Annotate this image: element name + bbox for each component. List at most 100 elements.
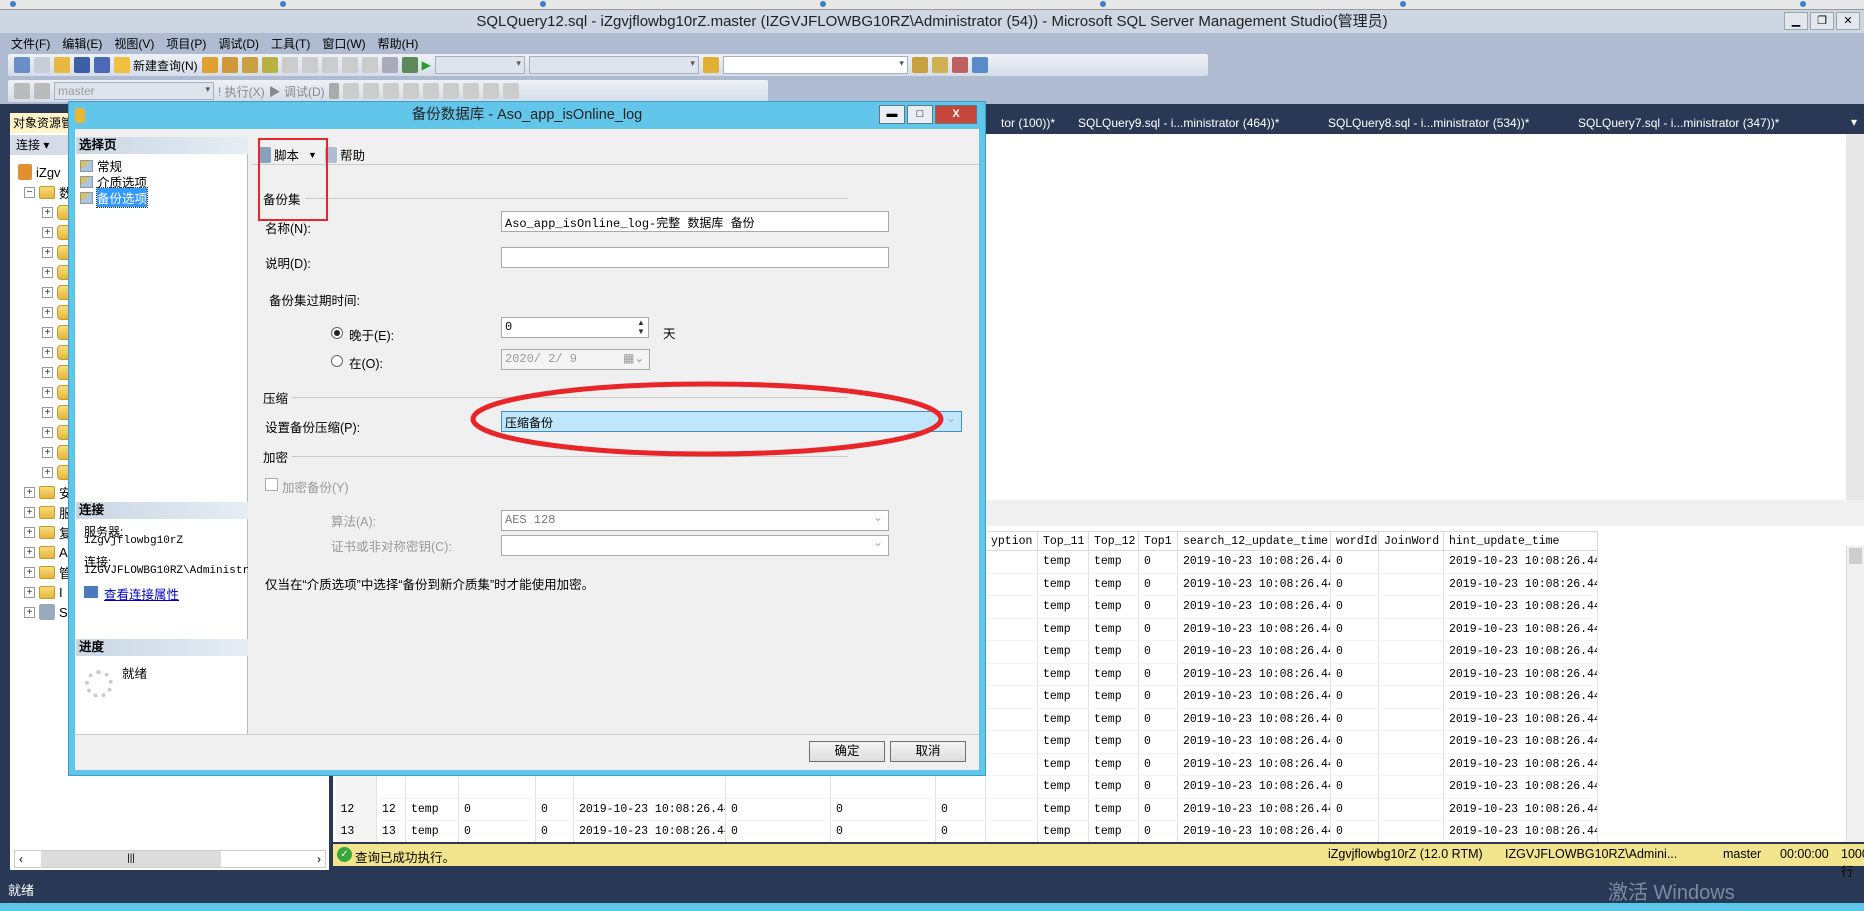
- table-cell[interactable]: 2019-10-23 10:08:26.443: [1443, 753, 1598, 776]
- expand-icon[interactable]: +: [42, 386, 53, 398]
- open-icon[interactable]: [54, 57, 70, 73]
- scroll-right-icon[interactable]: ›: [317, 852, 321, 866]
- results-to-file-icon[interactable]: [402, 83, 419, 99]
- table-cell[interactable]: 0: [830, 820, 936, 842]
- table-cell[interactable]: 0: [1138, 730, 1178, 754]
- table-cell[interactable]: [985, 730, 1038, 754]
- table-cell[interactable]: [985, 820, 1038, 842]
- table-cell[interactable]: 2019-10-23 10:08:26.443: [573, 798, 726, 821]
- table-cell[interactable]: [985, 573, 1038, 596]
- table-cell[interactable]: 0: [1138, 640, 1178, 664]
- table-cell[interactable]: temp: [1088, 820, 1139, 842]
- tab-sqlquery9[interactable]: SQLQuery9.sql - i...ministrator (464))*: [1078, 116, 1279, 130]
- tree-database-node[interactable]: +: [42, 263, 71, 281]
- tree-database-node[interactable]: +: [42, 463, 71, 481]
- table-cell[interactable]: 0: [458, 820, 536, 842]
- table-cell[interactable]: 2019-10-23 10:08:26.443: [1177, 798, 1331, 821]
- table-cell[interactable]: 0: [1330, 640, 1379, 664]
- tab-overflow-icon[interactable]: ▾: [1851, 115, 1857, 129]
- collapse-icon[interactable]: −: [24, 186, 35, 198]
- table-cell[interactable]: 0: [1330, 798, 1379, 821]
- table-cell[interactable]: temp: [1088, 753, 1139, 776]
- table-cell[interactable]: [985, 550, 1038, 574]
- column-header[interactable]: yption: [985, 531, 1038, 551]
- menu-window[interactable]: 窗口(W): [317, 33, 370, 52]
- table-cell[interactable]: [1378, 550, 1444, 574]
- tree-database-node[interactable]: +: [42, 283, 71, 301]
- expand-icon[interactable]: +: [42, 226, 53, 238]
- tab-query[interactable]: tor (100))*: [1001, 116, 1055, 130]
- expand-icon[interactable]: +: [42, 446, 53, 458]
- debug-button[interactable]: ▶ 调试(D): [269, 83, 325, 100]
- expand-icon[interactable]: +: [24, 586, 35, 598]
- results-vscrollbar[interactable]: [1846, 546, 1864, 842]
- expand-icon[interactable]: +: [42, 426, 53, 438]
- table-cell[interactable]: 2019-10-23 10:08:26.443: [1177, 730, 1331, 754]
- expand-icon[interactable]: +: [42, 466, 53, 478]
- tree-database-node[interactable]: +: [42, 363, 71, 381]
- table-cell[interactable]: 0: [725, 820, 831, 842]
- table-cell[interactable]: 0: [535, 798, 574, 821]
- table-cell[interactable]: temp: [1037, 708, 1089, 731]
- database-dropdown[interactable]: master: [54, 82, 214, 100]
- table-cell[interactable]: 2019-10-23 10:08:26.443: [1443, 685, 1598, 709]
- dialog-close-button[interactable]: X: [935, 105, 977, 124]
- connect-icon[interactable]: [14, 83, 30, 99]
- expand-icon[interactable]: +: [42, 366, 53, 378]
- expand-icon[interactable]: +: [42, 406, 53, 418]
- table-cell[interactable]: 2019-10-23 10:08:26.443: [1443, 550, 1598, 574]
- tree-server-node[interactable]: iZgv: [18, 163, 61, 181]
- table-cell[interactable]: [1378, 730, 1444, 754]
- uncomment-icon[interactable]: [442, 83, 459, 99]
- table-cell[interactable]: temp: [1088, 550, 1139, 574]
- table-cell[interactable]: [1378, 820, 1444, 842]
- cut-icon[interactable]: [281, 57, 298, 73]
- tab-sqlquery7[interactable]: SQLQuery7.sql - i...ministrator (347))*: [1578, 116, 1779, 130]
- new-query-button[interactable]: 新建查询(N): [114, 57, 198, 74]
- table-cell[interactable]: temp: [1088, 618, 1139, 641]
- new-project-icon[interactable]: [14, 57, 30, 73]
- table-cell[interactable]: 0: [1138, 798, 1178, 821]
- expand-icon[interactable]: +: [42, 206, 53, 218]
- row-number[interactable]: [335, 775, 377, 799]
- table-cell[interactable]: temp: [1037, 640, 1089, 664]
- table-cell[interactable]: [458, 775, 536, 799]
- tree-node[interactable]: + 服: [24, 503, 72, 521]
- redo-icon[interactable]: [361, 57, 378, 73]
- specify-values-icon[interactable]: [502, 83, 519, 99]
- row-number[interactable]: 12: [335, 798, 377, 821]
- mdx-query-icon[interactable]: [221, 57, 238, 73]
- expand-icon[interactable]: +: [24, 546, 35, 558]
- dialog-minimize-button[interactable]: ▬: [879, 105, 905, 124]
- table-cell[interactable]: [830, 775, 936, 799]
- table-cell[interactable]: temp: [1037, 663, 1089, 686]
- page-backup-options[interactable]: 备份选项: [80, 187, 149, 208]
- table-cell[interactable]: 0: [1138, 685, 1178, 709]
- navigate-icon[interactable]: [381, 57, 398, 73]
- start-icon[interactable]: ▶: [422, 58, 431, 72]
- table-cell[interactable]: [1378, 573, 1444, 596]
- table-cell[interactable]: 0: [1138, 820, 1178, 842]
- table-cell[interactable]: 2019-10-23 10:08:26.443: [1443, 775, 1598, 799]
- column-header[interactable]: search_12_update_time: [1177, 531, 1331, 551]
- expand-icon[interactable]: +: [24, 566, 35, 578]
- table-cell[interactable]: 2019-10-23 10:08:26.443: [1443, 595, 1598, 619]
- table-cell[interactable]: temp: [1088, 573, 1139, 596]
- menu-edit[interactable]: 编辑(E): [57, 33, 107, 52]
- expand-icon[interactable]: +: [42, 306, 53, 318]
- table-cell[interactable]: temp: [1037, 820, 1089, 842]
- row-number[interactable]: 13: [335, 820, 377, 842]
- certificate-select[interactable]: [501, 535, 889, 556]
- expire-on-radio[interactable]: [331, 355, 343, 367]
- table-row[interactable]: 13 13 temp 0 0 2019-10-23 10:08:26.443 0 0 0 temp…: [335, 820, 1598, 842]
- estimated-plan-icon[interactable]: [362, 83, 379, 99]
- tab-sqlquery8[interactable]: SQLQuery8.sql - i...ministrator (534))*: [1328, 116, 1529, 130]
- table-cell[interactable]: [1378, 753, 1444, 776]
- expand-icon[interactable]: +: [42, 346, 53, 358]
- ok-button[interactable]: 确定: [809, 741, 885, 762]
- save-all-icon[interactable]: [94, 57, 110, 73]
- undo-icon[interactable]: [341, 57, 358, 73]
- change-connection-icon[interactable]: [34, 83, 50, 99]
- tree-database-node[interactable]: +: [42, 303, 71, 321]
- tree-database-node[interactable]: +: [42, 383, 71, 401]
